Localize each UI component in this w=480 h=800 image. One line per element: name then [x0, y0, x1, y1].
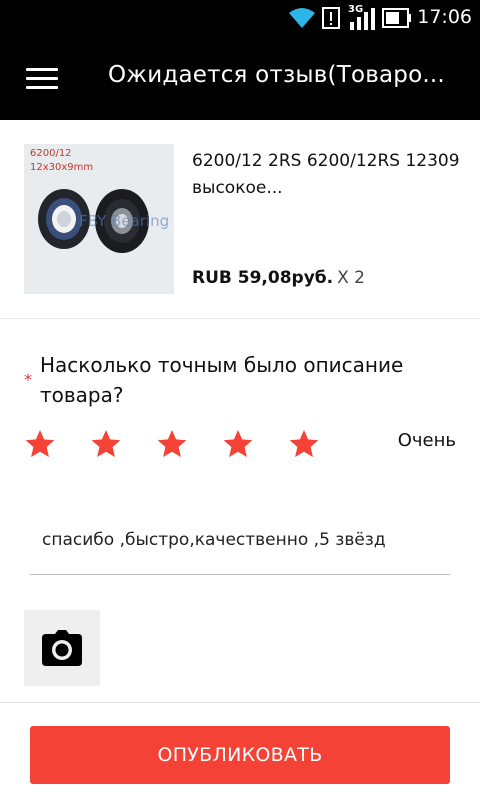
rating-question: Насколько точным было описание товара? — [40, 353, 404, 407]
clock: 17:06 — [417, 6, 472, 28]
review-text-field[interactable]: спасибо ,быстро,качественно ,5 звёзд — [30, 520, 450, 575]
product-price: RUB 59,08руб. — [192, 268, 334, 288]
footer-divider — [0, 702, 480, 703]
product-quantity: X 2 — [337, 268, 365, 288]
product-summary: 6200/12 12x30x9mm FBY Bearing 6200/12 2R… — [0, 120, 480, 319]
alert-icon — [322, 7, 340, 29]
image-watermark: FBY Bearing — [79, 212, 170, 230]
star-icon-3[interactable] — [156, 428, 188, 460]
signal-icon — [350, 8, 375, 30]
hamburger-menu-icon[interactable] — [26, 68, 58, 90]
camera-icon — [42, 630, 82, 666]
rating-label: Очень — [397, 430, 456, 451]
add-photo-button[interactable] — [24, 610, 100, 686]
publish-button[interactable]: ОПУБЛИКОВАТЬ — [30, 726, 450, 784]
page-title: Ожидается отзыв(Товаро... — [108, 62, 445, 88]
required-marker: * — [24, 370, 32, 389]
product-image[interactable]: 6200/12 12x30x9mm FBY Bearing — [24, 144, 174, 294]
wifi-icon — [289, 8, 315, 28]
app-bar: Ожидается отзыв(Товаро... — [0, 36, 480, 120]
star-icon-5[interactable] — [288, 428, 320, 460]
product-name[interactable]: 6200/12 2RS 6200/12RS 12309 высокое... — [192, 148, 462, 202]
battery-icon — [382, 8, 411, 28]
star-icon-1[interactable] — [24, 428, 56, 460]
review-text-value[interactable]: спасибо ,быстро,качественно ,5 звёзд — [42, 530, 386, 550]
product-price-row: RUB 59,08руб. X 2 — [192, 268, 365, 288]
star-icon-2[interactable] — [90, 428, 122, 460]
status-bar: 3G 17:06 — [0, 0, 480, 36]
star-icon-4[interactable] — [222, 428, 254, 460]
